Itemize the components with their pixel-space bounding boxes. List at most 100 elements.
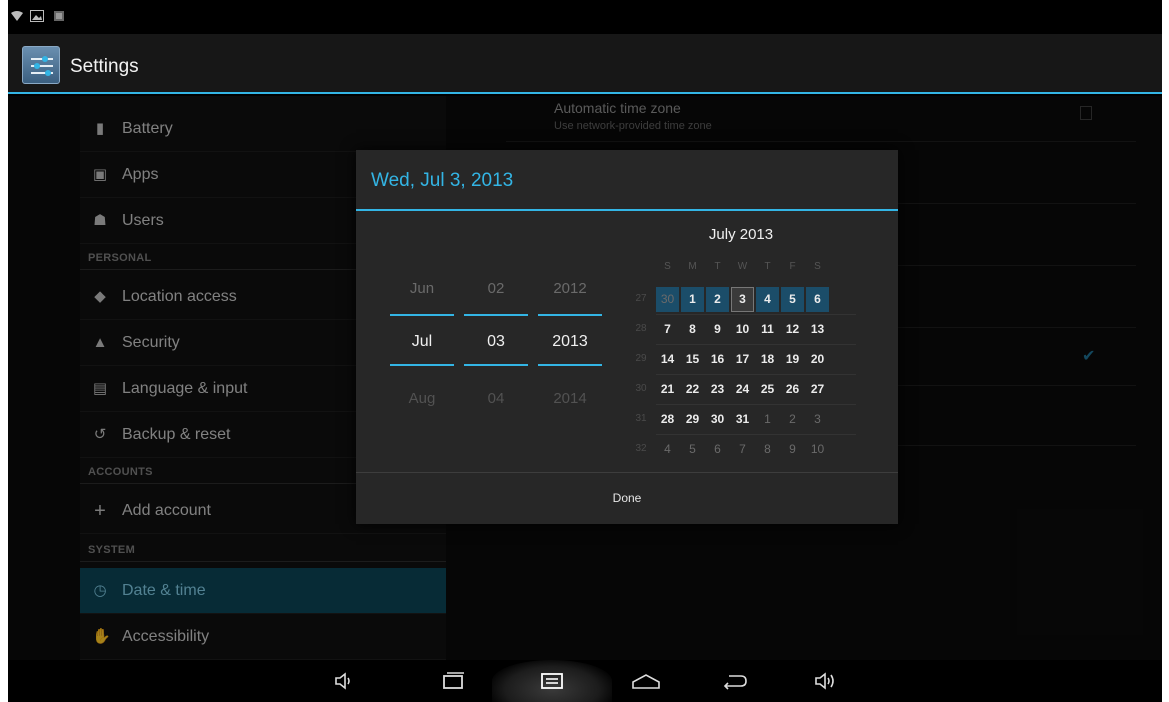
year-current[interactable]: 2013 — [538, 333, 602, 351]
tablet-screen: Settings ▮ Battery ▣ Apps ☗ Users PERSON… — [8, 0, 1162, 702]
status-bar — [8, 0, 1162, 34]
week-number: 30 — [635, 383, 647, 394]
calendar-row-divider — [656, 404, 856, 405]
calendar-month-label: July 2013 — [708, 226, 774, 243]
week-number: 31 — [635, 413, 647, 424]
day-spinner[interactable]: 02 03 04 — [464, 268, 528, 418]
day-prev[interactable]: 02 — [464, 280, 528, 297]
home-button[interactable] — [618, 660, 668, 702]
calendar-day[interactable]: 24 — [731, 377, 754, 402]
calendar-day[interactable]: 9 — [781, 437, 804, 462]
calendar-day[interactable]: 6 — [806, 287, 829, 312]
spinner-divider — [538, 314, 602, 316]
year-spinner[interactable]: 2012 2013 2014 — [538, 268, 602, 418]
weekday-header: T — [764, 261, 771, 272]
calendar-day[interactable]: 11 — [756, 317, 779, 342]
back-icon — [723, 675, 747, 690]
calendar-day[interactable]: 18 — [756, 347, 779, 372]
calendar-day[interactable]: 23 — [706, 377, 729, 402]
calendar-day-selected[interactable]: 3 — [731, 287, 754, 312]
weekday-header: M — [688, 261, 697, 272]
calendar-row-divider — [656, 374, 856, 375]
back-button[interactable] — [708, 660, 758, 702]
calendar-day[interactable]: 30 — [706, 407, 729, 432]
week-number: 29 — [635, 353, 647, 364]
calendar-day[interactable]: 26 — [781, 377, 804, 402]
calendar-day[interactable]: 7 — [656, 317, 679, 342]
calendar-day[interactable]: 31 — [731, 407, 754, 432]
notification-icon — [54, 11, 64, 21]
calendar-day[interactable]: 4 — [756, 287, 779, 312]
calendar-day[interactable]: 12 — [781, 317, 804, 342]
spinner-divider — [464, 364, 528, 366]
calendar-day[interactable]: 17 — [731, 347, 754, 372]
calendar-day[interactable]: 8 — [756, 437, 779, 462]
week-number: 27 — [635, 293, 647, 304]
calendar-day[interactable]: 10 — [731, 317, 754, 342]
volume-up-icon — [815, 672, 834, 690]
year-next[interactable]: 2014 — [538, 390, 602, 407]
sliders-icon — [31, 56, 53, 76]
day-current[interactable]: 03 — [464, 333, 528, 351]
day-next[interactable]: 04 — [464, 390, 528, 407]
calendar-day[interactable]: 3 — [806, 407, 829, 432]
spinner-divider — [464, 314, 528, 316]
calendar-day[interactable]: 13 — [806, 317, 829, 342]
calendar-day[interactable]: 8 — [681, 317, 704, 342]
volume-down-icon — [335, 672, 350, 690]
calendar-day[interactable]: 16 — [706, 347, 729, 372]
dialog-title: Wed, Jul 3, 2013 — [371, 170, 514, 191]
volume-up-button[interactable] — [800, 660, 850, 702]
calendar-day[interactable]: 20 — [806, 347, 829, 372]
month-current[interactable]: Jul — [390, 333, 454, 351]
done-button[interactable]: Done — [356, 473, 898, 524]
calendar-day[interactable]: 10 — [806, 437, 829, 462]
calendar-day[interactable]: 9 — [706, 317, 729, 342]
home-icon — [632, 674, 660, 689]
action-bar: Settings — [8, 34, 1162, 94]
spinner-divider — [390, 364, 454, 366]
calendar-day[interactable]: 29 — [681, 407, 704, 432]
screenshot-icon — [541, 673, 563, 689]
week-number: 32 — [635, 443, 647, 454]
weekday-header: T — [714, 261, 721, 272]
year-prev[interactable]: 2012 — [538, 280, 602, 297]
calendar-day[interactable]: 5 — [781, 287, 804, 312]
month-prev[interactable]: Jun — [390, 280, 454, 297]
screenshot-button[interactable] — [526, 660, 576, 702]
weekday-header: F — [789, 261, 796, 272]
calendar-day[interactable]: 25 — [756, 377, 779, 402]
calendar-day[interactable]: 30 — [656, 287, 679, 312]
settings-app-icon[interactable] — [22, 46, 60, 84]
calendar-day[interactable]: 1 — [756, 407, 779, 432]
wifi-icon — [11, 11, 23, 21]
date-picker-dialog: Wed, Jul 3, 2013 Jun Jul Aug 02 03 04 20… — [356, 150, 898, 524]
week-number: 28 — [635, 323, 647, 334]
month-next[interactable]: Aug — [390, 390, 454, 407]
calendar-day[interactable]: 5 — [681, 437, 704, 462]
calendar-day[interactable]: 14 — [656, 347, 679, 372]
calendar-day[interactable]: 1 — [681, 287, 704, 312]
volume-down-button[interactable] — [320, 660, 370, 702]
dialog-title-divider — [356, 209, 898, 211]
calendar-day[interactable]: 2 — [781, 407, 804, 432]
weekday-header: S — [664, 261, 671, 272]
calendar-day[interactable]: 7 — [731, 437, 754, 462]
calendar-day[interactable]: 28 — [656, 407, 679, 432]
recent-apps-button[interactable] — [428, 660, 478, 702]
calendar-day[interactable]: 6 — [706, 437, 729, 462]
weekday-header: W — [737, 261, 748, 272]
app-title: Settings — [70, 56, 139, 77]
spinner-divider — [538, 364, 602, 366]
calendar-day[interactable]: 4 — [656, 437, 679, 462]
calendar-row-divider — [656, 434, 856, 435]
calendar-day[interactable]: 22 — [681, 377, 704, 402]
calendar-day[interactable]: 19 — [781, 347, 804, 372]
calendar-day[interactable]: 2 — [706, 287, 729, 312]
weekday-header: S — [814, 261, 821, 272]
month-spinner[interactable]: Jun Jul Aug — [390, 268, 454, 418]
calendar-row-divider — [656, 314, 856, 315]
calendar-day[interactable]: 21 — [656, 377, 679, 402]
calendar-day[interactable]: 27 — [806, 377, 829, 402]
calendar-day[interactable]: 15 — [681, 347, 704, 372]
